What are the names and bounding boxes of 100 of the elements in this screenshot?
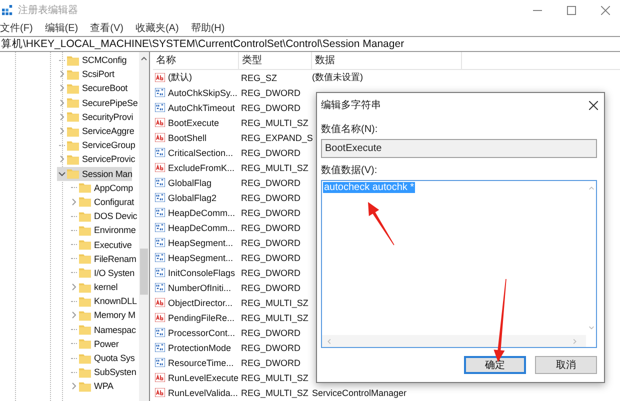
table-cell-text: REG_DWORD — [240, 208, 302, 218]
menu-item[interactable]: 文件(F) — [0, 21, 33, 35]
binary-value-icon — [155, 193, 165, 202]
string-value-icon — [155, 118, 165, 127]
table-cell: HeapSegment... — [168, 252, 234, 262]
scroll-right-icon[interactable] — [571, 338, 578, 344]
table-cell: GlobalFlag2 — [168, 192, 217, 202]
tree-item[interactable]: WPA — [69, 379, 114, 394]
table-cell-text: REG_DWORD — [240, 328, 302, 338]
tree-item[interactable]: FileRenam — [69, 252, 136, 266]
binary-value-icon — [155, 268, 165, 277]
table-cell: RunLevelExecute — [168, 372, 239, 382]
tree-item[interactable]: AppComp — [69, 180, 133, 195]
field-label: 数值数据(V): — [321, 164, 378, 177]
table-cell-text: REG_DWORD — [240, 102, 302, 112]
chevron-icon[interactable] — [70, 283, 78, 292]
tree-item[interactable]: SecureBoot — [57, 81, 128, 96]
table-cell-text: REG_MULTI_SZ — [240, 372, 310, 382]
folder-icon — [67, 140, 79, 151]
column-header[interactable]: 类型 — [239, 52, 312, 69]
cancel-button[interactable]: 取消 — [535, 356, 597, 374]
close-icon[interactable] — [589, 100, 598, 110]
tree-item[interactable]: SecurePipeSe — [57, 96, 138, 110]
tree-item[interactable]: I/O Systen — [69, 266, 135, 280]
chevron-icon[interactable] — [58, 170, 66, 178]
tree-item[interactable]: Configurat — [69, 194, 134, 210]
name-field[interactable]: BootExecute — [321, 139, 597, 158]
tree-item[interactable]: ServiceProvic — [57, 152, 136, 166]
table-cell-text: REG_MULTI_SZ — [240, 312, 310, 322]
chevron-icon[interactable] — [58, 84, 66, 92]
chevron-icon[interactable] — [70, 198, 78, 206]
column-header[interactable]: 名称 — [153, 52, 239, 69]
table-cell-text: REG_DWORD — [240, 148, 302, 158]
tree-item[interactable]: Power — [69, 336, 119, 351]
folder-icon — [79, 352, 91, 364]
table-cell-text: REG_SZ — [240, 72, 278, 82]
address-bar[interactable]: 算机\HKEY_LOCAL_MACHINE\SYSTEM\CurrentControlSet\Control\Session Manager — [0, 36, 620, 52]
tree-item[interactable]: Namespac — [69, 322, 136, 337]
chevron-icon[interactable] — [70, 382, 78, 390]
maximize-icon[interactable] — [567, 6, 576, 14]
table-cell: RunLevelValida... — [168, 388, 238, 398]
scroll-down-icon[interactable] — [588, 324, 594, 331]
chevron-icon[interactable] — [58, 98, 66, 107]
tree-item[interactable]: SubSysten — [69, 365, 136, 380]
string-value-icon — [155, 163, 165, 172]
tree-item[interactable]: Memory M — [69, 308, 136, 323]
table-cell-text: REG_DWORD — [240, 358, 302, 368]
table-cell-text: REG_DWORD — [240, 252, 302, 262]
menu-item[interactable]: 帮助(H) — [190, 21, 225, 35]
tree-item[interactable]: DOS Devic — [69, 209, 138, 224]
tree-item[interactable]: ServiceAggre — [57, 124, 134, 138]
table-cell: ProcessorCont... — [168, 328, 236, 338]
binary-value-icon — [155, 343, 165, 352]
string-value-icon — [155, 313, 165, 322]
chevron-icon[interactable] — [58, 155, 66, 164]
menu-item[interactable]: 查看(V) — [90, 21, 124, 35]
table-cell: GlobalFlag — [168, 178, 212, 188]
binary-value-icon — [155, 148, 165, 157]
tree-item[interactable]: ServiceGroup — [57, 138, 136, 152]
binary-value-icon — [155, 88, 165, 97]
table-cell: HeapSegment... — [168, 238, 234, 248]
folder-icon — [67, 168, 79, 180]
folder-icon — [79, 380, 91, 392]
table-cell-text: REG_EXPAND_S — [240, 132, 310, 142]
tree-item[interactable]: Environme — [69, 223, 136, 238]
folder-icon — [79, 296, 91, 307]
menu-item[interactable]: 编辑(E) — [44, 21, 78, 35]
scrollbar[interactable] — [139, 52, 149, 401]
table-cell: ObjectDirector... — [168, 298, 233, 308]
tree-item[interactable]: Executive — [69, 237, 132, 252]
tree-item[interactable]: SCMConfig — [57, 53, 127, 68]
table-cell: NumberOfIniti... — [168, 282, 232, 292]
ok-button[interactable]: 确定 — [464, 356, 526, 374]
folder-icon — [79, 324, 91, 336]
folder-icon — [79, 253, 91, 264]
folder-icon — [67, 68, 79, 80]
chevron-icon[interactable] — [58, 112, 66, 121]
tree-item[interactable]: SecurityProvi — [57, 110, 134, 124]
tree-item[interactable]: KnownDLL — [69, 294, 137, 308]
binary-value-icon — [155, 208, 165, 217]
menu-item[interactable]: 收藏夹(A) — [135, 21, 179, 35]
binary-value-icon — [155, 238, 165, 247]
chevron-icon[interactable] — [70, 311, 78, 320]
tree-item[interactable]: Session Man — [57, 166, 132, 181]
table-cell-text: REG_MULTI_SZ — [240, 388, 310, 398]
scroll-left-icon[interactable] — [326, 338, 333, 344]
column-header[interactable]: 数据 — [312, 52, 462, 69]
chevron-icon[interactable] — [58, 70, 66, 78]
tree-item[interactable]: ScsiPort — [57, 67, 114, 82]
folder-icon — [79, 267, 91, 278]
string-value-icon — [155, 388, 165, 397]
string-value-icon — [155, 133, 165, 142]
scroll-up-icon[interactable] — [588, 185, 594, 192]
folder-icon — [79, 338, 91, 350]
tree-item[interactable]: kernel — [69, 280, 118, 294]
folder-icon — [67, 126, 79, 137]
tree-item[interactable]: Quota Sys — [69, 350, 135, 366]
chevron-icon[interactable] — [58, 127, 66, 136]
folder-icon — [79, 366, 91, 378]
table-cell: ResourceTime... — [168, 358, 234, 368]
